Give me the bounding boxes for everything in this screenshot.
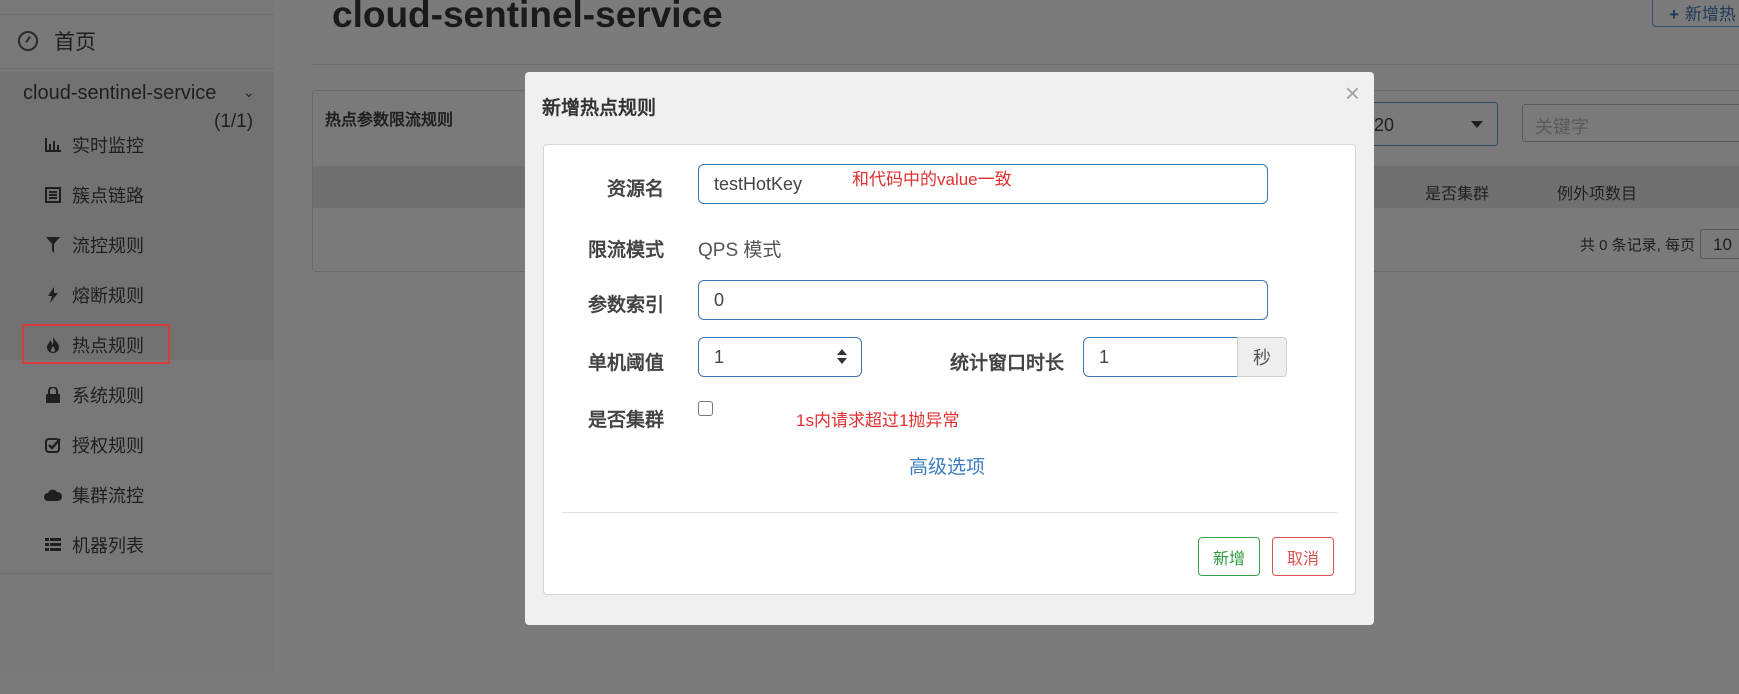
mode-label: 限流模式 xyxy=(587,240,664,261)
sidebar-item-degrade-rules[interactable]: 熔断规则 xyxy=(44,280,144,310)
sidebar-item-label: 授权规则 xyxy=(72,436,144,456)
page-title: cloud-sentinel-service xyxy=(332,0,723,35)
sidebar-item-authority-rules[interactable]: 授权规则 xyxy=(44,430,144,460)
sidebar-item-cluster-link[interactable]: 簇点链路 xyxy=(44,180,144,210)
sidebar-item-cluster-flow[interactable]: 集群流控 xyxy=(44,480,144,510)
annotation-highlight-box xyxy=(22,324,170,364)
sidebar-item-label: 实时监控 xyxy=(72,136,144,156)
sidebar-home[interactable]: 首页 xyxy=(18,26,96,56)
column-header-exceptions: 例外项数目 xyxy=(1557,186,1638,203)
search-input[interactable]: 关键字 xyxy=(1522,104,1739,142)
param-index-input[interactable]: 0 xyxy=(698,280,1268,320)
window-unit-addon: 秒 xyxy=(1237,337,1287,377)
threshold-input[interactable]: 1 xyxy=(698,337,862,377)
divider xyxy=(0,14,274,15)
page-size-input[interactable]: 10 xyxy=(1700,229,1739,259)
column-header-cluster: 是否集群 xyxy=(1425,186,1490,203)
add-rule-button-label: 新增热 xyxy=(1684,5,1736,24)
dialog-title: 新增热点规则 xyxy=(542,98,657,119)
dashboard-icon xyxy=(18,31,38,51)
number-spinner-icon[interactable] xyxy=(837,349,847,365)
divider xyxy=(562,512,1338,513)
cluster-checkbox[interactable] xyxy=(698,401,713,416)
threshold-label: 单机阈值 xyxy=(587,353,664,374)
app-instance-count: (1/1) xyxy=(214,111,254,132)
caret-down-icon xyxy=(1471,121,1483,128)
sidebar-item-system-rules[interactable]: 系统规则 xyxy=(44,380,144,410)
resource-label: 资源名 xyxy=(606,179,664,200)
window-label: 统计窗口时长 xyxy=(949,353,1064,374)
sidebar-item-label: 机器列表 xyxy=(72,536,144,556)
sidebar-item-label: 熔断规则 xyxy=(72,286,144,306)
cloud-icon xyxy=(44,486,62,504)
advanced-options-link[interactable]: 高级选项 xyxy=(909,452,985,479)
sidebar-home-label: 首页 xyxy=(54,31,96,54)
window-length-input[interactable]: 1 xyxy=(1083,337,1238,377)
list-icon xyxy=(44,186,62,204)
sidebar-item-realtime[interactable]: 实时监控 xyxy=(44,130,144,160)
annotation-resource-note: 和代码中的value一致 xyxy=(852,170,1012,189)
panel-title: 热点参数限流规则 xyxy=(325,112,454,129)
chevron-down-icon[interactable]: ⌄ xyxy=(243,84,255,101)
plus-icon: + xyxy=(1669,5,1679,24)
close-icon[interactable]: × xyxy=(1345,78,1360,109)
sidebar-item-label: 流控规则 xyxy=(72,236,144,256)
param-index-label: 参数索引 xyxy=(587,295,664,316)
page-size-select-value: 20 xyxy=(1374,115,1395,135)
pagination-summary: 共 0 条记录, 每页 xyxy=(1580,237,1696,254)
table-list-icon xyxy=(44,536,62,554)
sidebar-item-label: 集群流控 xyxy=(72,486,144,506)
sidebar-item-flow-rules[interactable]: 流控规则 xyxy=(44,230,144,260)
lock-icon xyxy=(44,386,62,404)
divider xyxy=(0,68,274,69)
add-hotspot-rule-dialog: × 新增热点规则 资源名 testHotKey 和代码中的value一致 限流模… xyxy=(525,72,1374,625)
divider xyxy=(312,64,1739,65)
app-name[interactable]: cloud-sentinel-service xyxy=(23,82,216,105)
threshold-value: 1 xyxy=(714,346,725,367)
sidebar-item-machines[interactable]: 机器列表 xyxy=(44,530,144,560)
annotation-cluster-note: 1s内请求超过1抛异常 xyxy=(796,411,960,430)
bolt-icon xyxy=(44,286,62,304)
add-button[interactable]: 新增 xyxy=(1198,537,1260,576)
divider xyxy=(0,573,274,574)
add-rule-button[interactable]: + 新增热 xyxy=(1652,0,1739,27)
cancel-button[interactable]: 取消 xyxy=(1272,537,1334,576)
sidebar-item-label: 簇点链路 xyxy=(72,186,144,206)
check-square-icon xyxy=(44,436,62,454)
bar-chart-icon xyxy=(44,136,62,154)
dialog-form: 资源名 testHotKey 和代码中的value一致 限流模式 QPS 模式 … xyxy=(543,144,1356,595)
filter-icon xyxy=(44,236,62,254)
mode-value: QPS 模式 xyxy=(698,240,782,261)
sidebar-item-label: 系统规则 xyxy=(72,386,144,406)
cluster-label: 是否集群 xyxy=(587,410,664,431)
sidebar: 首页 cloud-sentinel-service ⌄ (1/1) 实时监控 簇… xyxy=(0,0,274,672)
page-size-select[interactable]: 20 xyxy=(1363,102,1498,146)
